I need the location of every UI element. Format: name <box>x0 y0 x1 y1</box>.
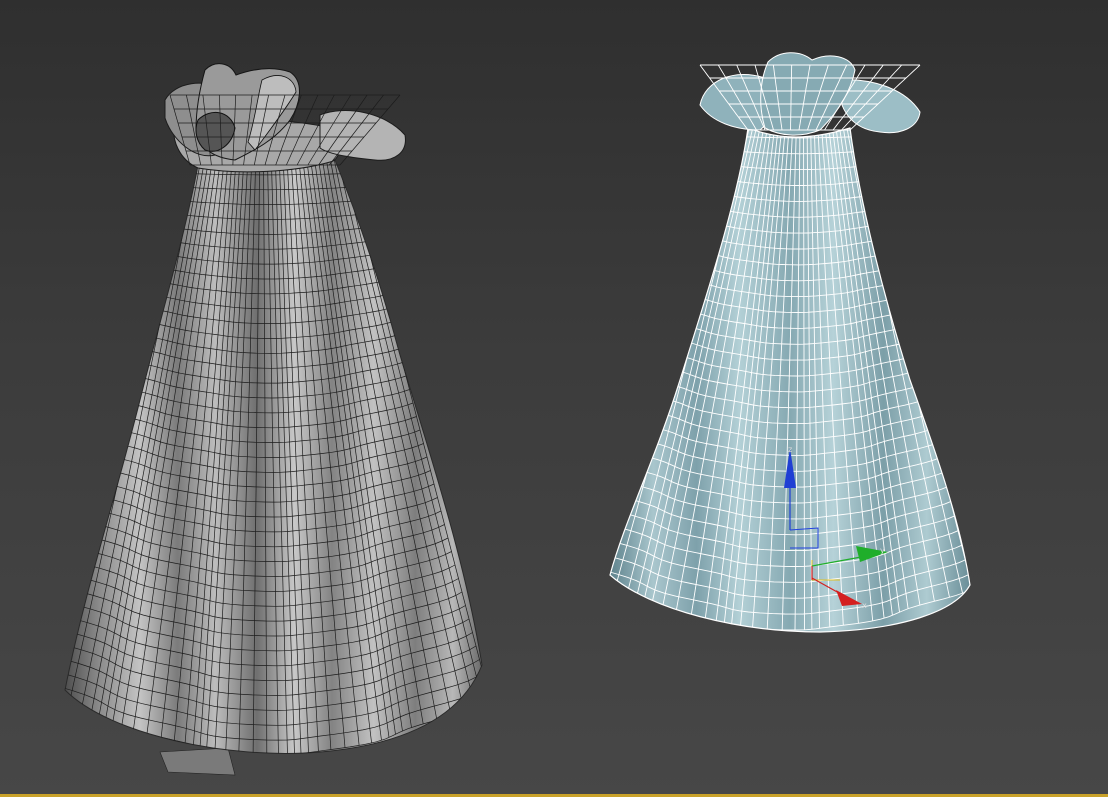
right-sleeve <box>319 110 406 161</box>
skirt-body-selected[interactable] <box>609 127 971 633</box>
viewport-canvas[interactable]: z y x <box>0 0 1108 797</box>
gizmo-y-label: y <box>880 546 885 555</box>
dress-model-gray[interactable] <box>55 63 490 776</box>
gizmo-z-label: z <box>788 445 792 454</box>
3d-viewport[interactable]: z y x <box>0 0 1108 797</box>
right-sleeve-selected <box>839 79 921 134</box>
hem-underside <box>159 747 236 776</box>
dress-model-selected[interactable]: z y x <box>600 52 980 633</box>
gizmo-x-label: x <box>862 601 867 610</box>
